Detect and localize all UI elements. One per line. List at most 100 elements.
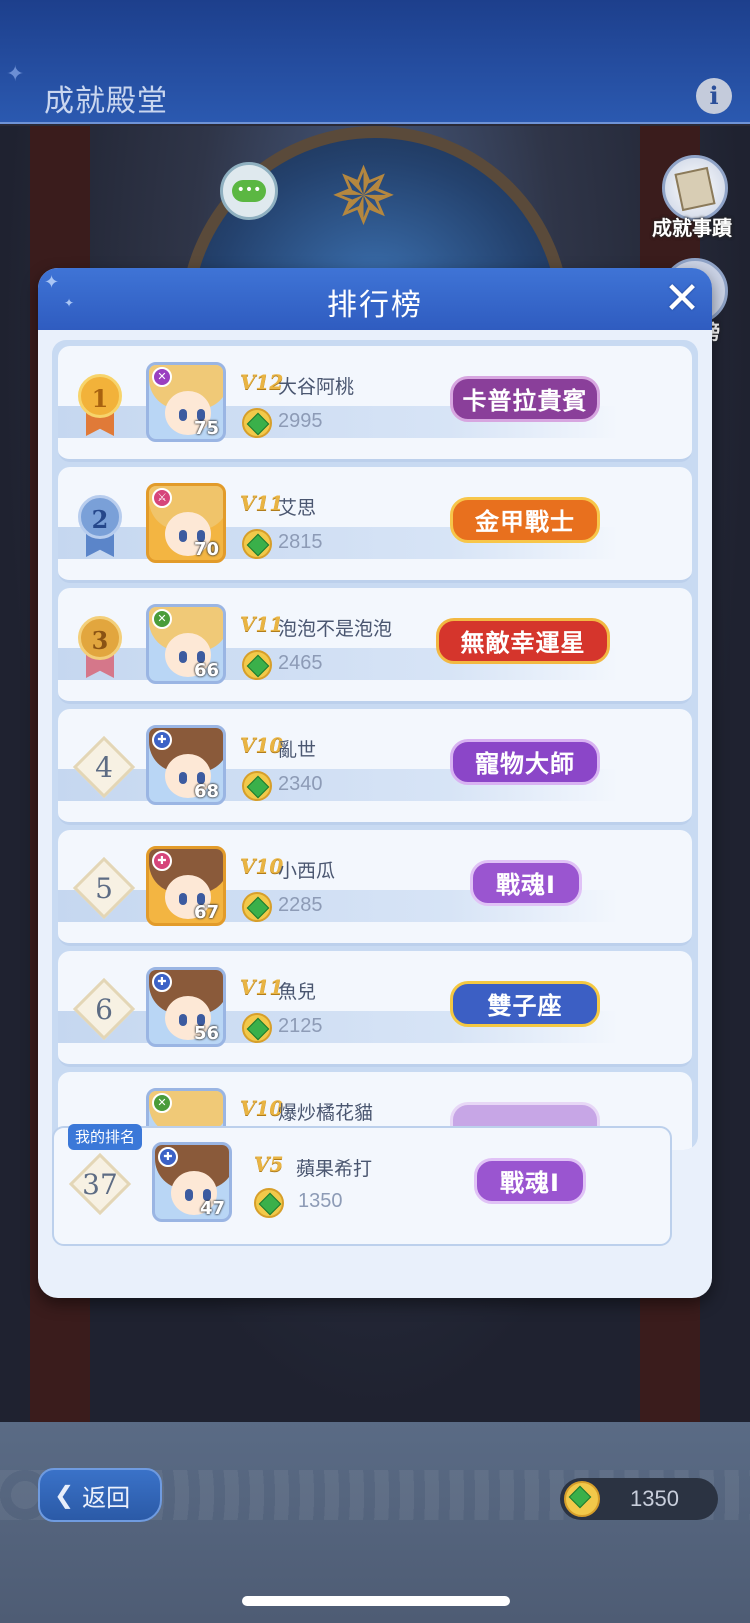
page-title: 成就殿堂 (44, 84, 168, 119)
vip-badge: V12 (240, 370, 284, 394)
top-bar: ✦ 成就殿堂 i (0, 0, 750, 124)
player-score: 2285 (278, 894, 323, 916)
vip-badge: V10 (240, 1096, 284, 1120)
chevron-left-icon: ❮ (54, 1481, 75, 1509)
player-score: 2815 (278, 531, 323, 553)
gold-medal-icon: 1 (72, 370, 128, 438)
gem-icon (242, 1013, 272, 1043)
class-icon: ✕ (152, 367, 172, 387)
avatar[interactable]: ✚ 56 (146, 967, 226, 1047)
modal-title: 排行榜 (327, 288, 423, 323)
currency-value: 1350 (630, 1486, 679, 1511)
ranking-row[interactable]: 4 ✚ 68 V10 亂世 2340 寵物大師 (58, 709, 692, 825)
ranking-row[interactable]: 2 ⚔ 70 V11 艾思 2815 金甲戰士 (58, 467, 692, 583)
bottom-bar (0, 1422, 750, 1623)
player-title-badge: 戰魂Ⅰ (470, 860, 582, 906)
avatar-eye (179, 651, 187, 663)
home-indicator[interactable] (242, 1596, 510, 1606)
avatar[interactable]: ✚ 47 (152, 1142, 232, 1222)
player-name: 爆炒橘花貓 (278, 1102, 374, 1124)
gem-icon (254, 1188, 284, 1218)
vip-badge: V10 (240, 733, 284, 757)
class-icon: ✕ (152, 1093, 172, 1113)
player-level: 75 (193, 418, 219, 439)
avatar[interactable]: ✕ 75 (146, 362, 226, 442)
achievements-label: 成就事蹟 (652, 216, 732, 240)
arch-ornament: ✵ (330, 150, 398, 243)
back-button[interactable]: ❮ 返回 (38, 1468, 162, 1522)
gem-icon (242, 650, 272, 680)
player-name: 蘋果希打 (296, 1158, 373, 1180)
rank-diamond: 37 (68, 1152, 132, 1216)
class-icon: ✕ (152, 609, 172, 629)
player-score: 1350 (298, 1190, 343, 1212)
avatar-eye (179, 1014, 187, 1026)
player-title-badge: 金甲戰士 (450, 497, 600, 543)
ranking-row[interactable]: 1 ✕ 75 V12 大谷阿桃 2995 卡普拉貴賓 (58, 346, 692, 462)
class-icon: ✚ (158, 1147, 178, 1167)
player-name: 魚兒 (278, 981, 317, 1003)
player-name: 亂世 (278, 739, 317, 761)
gem-icon (242, 892, 272, 922)
my-rank-row[interactable]: 37 ✚ 47 V5 蘋果希打 1350 戰魂Ⅰ (52, 1126, 672, 1246)
rank-diamond: 6 (72, 977, 136, 1041)
gem-icon (564, 1481, 600, 1517)
modal-header: ✦ ✦ 排行榜 ✕ (38, 268, 712, 330)
player-level: 66 (193, 660, 219, 681)
avatar-eye (179, 409, 187, 421)
player-level: 68 (193, 781, 219, 802)
class-icon: ✚ (152, 730, 172, 750)
rank-number: 4 (95, 751, 113, 784)
player-name: 小西瓜 (278, 860, 336, 882)
close-icon[interactable]: ✕ (658, 276, 706, 324)
ranking-row[interactable]: 5 ✚ 67 V10 小西瓜 2285 戰魂Ⅰ (58, 830, 692, 946)
player-title-badge: 戰魂Ⅰ (474, 1158, 586, 1204)
player-name: 艾思 (278, 497, 317, 519)
sparkle-icon: ✦ (6, 62, 25, 87)
silver-medal-icon: 2 (72, 491, 128, 559)
player-score: 2125 (278, 1015, 323, 1037)
vip-badge: V10 (240, 854, 284, 878)
player-level: 67 (193, 902, 219, 923)
player-level: 56 (193, 1023, 219, 1044)
info-icon[interactable]: i (696, 78, 732, 114)
rank-number: 37 (82, 1168, 118, 1201)
ranking-list[interactable]: 1 ✕ 75 V12 大谷阿桃 2995 卡普拉貴賓 2 ⚔ 70 V11 艾思… (52, 340, 698, 1150)
vip-badge: V11 (240, 612, 284, 636)
player-title-badge: 寵物大師 (450, 739, 600, 785)
avatar[interactable]: ⚔ 70 (146, 483, 226, 563)
avatar[interactable]: ✚ 67 (146, 846, 226, 926)
avatar[interactable]: ✕ 66 (146, 604, 226, 684)
bronze-medal-icon: 3 (72, 612, 128, 680)
player-name: 大谷阿桃 (278, 376, 355, 398)
gem-icon (242, 408, 272, 438)
currency-display: 1350 (560, 1478, 718, 1520)
avatar-eye (179, 893, 187, 905)
chat-button[interactable]: ••• (220, 162, 278, 220)
class-icon: ✚ (152, 972, 172, 992)
avatar[interactable]: ✚ 68 (146, 725, 226, 805)
leaderboard-modal: ✦ ✦ 排行榜 ✕ 1 ✕ 75 V12 大谷阿桃 2995 卡普拉貴賓 2 ⚔… (38, 268, 712, 1298)
rank-number: 3 (78, 616, 122, 660)
player-title-badge: 雙子座 (450, 981, 600, 1027)
player-title-badge: 卡普拉貴賓 (450, 376, 600, 422)
vip-badge: V11 (240, 975, 284, 999)
player-name: 泡泡不是泡泡 (278, 618, 393, 640)
vip-badge: V5 (254, 1152, 284, 1176)
rank-number: 5 (95, 872, 113, 905)
rank-number: 2 (78, 495, 122, 539)
class-icon: ✚ (152, 851, 172, 871)
class-icon: ⚔ (152, 488, 172, 508)
gem-icon (242, 771, 272, 801)
avatar-eye (179, 530, 187, 542)
my-rank-tag: 我的排名 (68, 1124, 142, 1150)
avatar-eye (179, 772, 187, 784)
player-level: 47 (199, 1198, 225, 1219)
ranking-row[interactable]: 3 ✕ 66 V11 泡泡不是泡泡 2465 無敵幸運星 (58, 588, 692, 704)
chat-icon: ••• (232, 180, 266, 202)
player-score: 2995 (278, 410, 323, 432)
gem-icon (242, 529, 272, 559)
avatar-eye (185, 1189, 193, 1201)
ranking-row[interactable]: 6 ✚ 56 V11 魚兒 2125 雙子座 (58, 951, 692, 1067)
back-label: 返回 (82, 1483, 131, 1512)
